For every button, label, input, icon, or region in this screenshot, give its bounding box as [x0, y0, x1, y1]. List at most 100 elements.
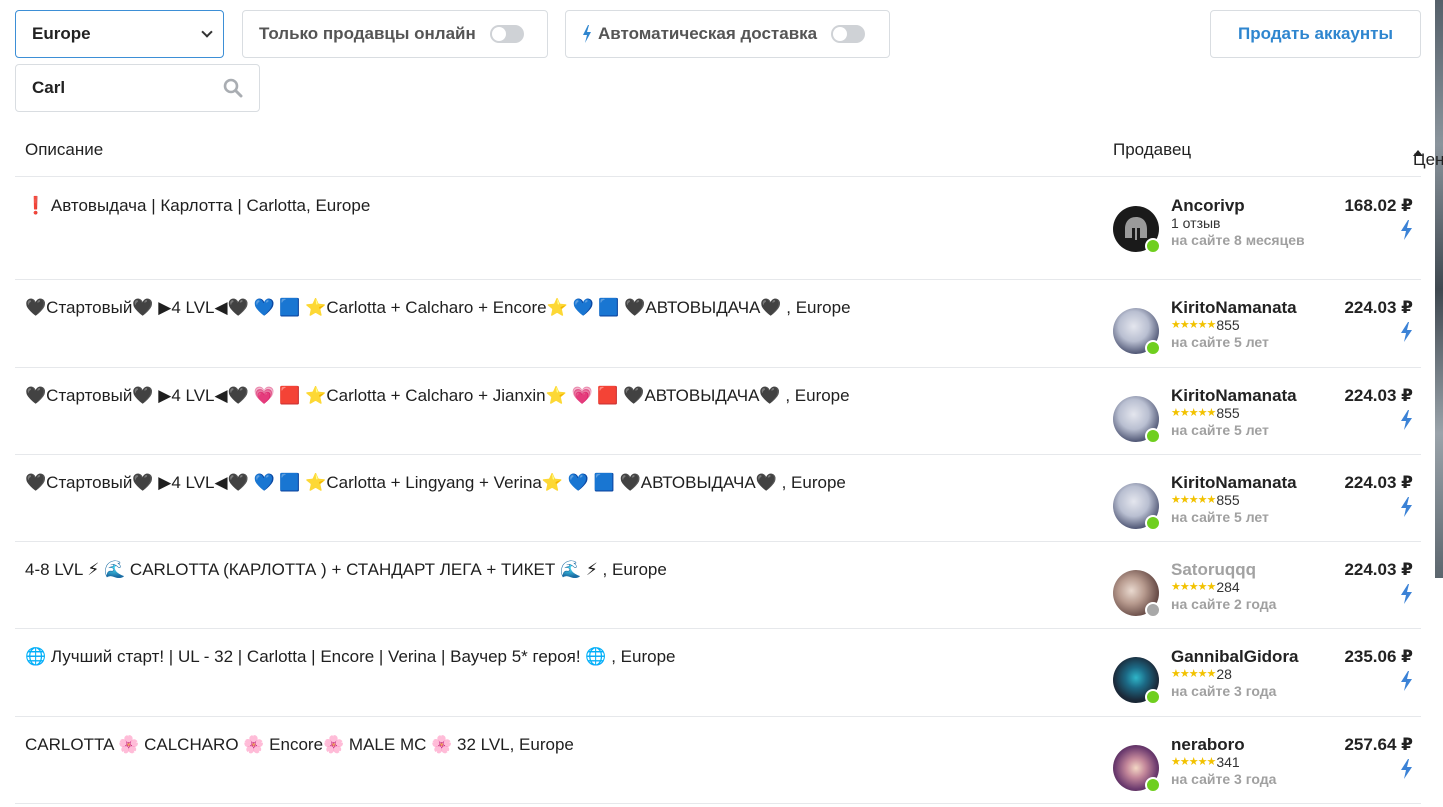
lightning-icon: [583, 25, 591, 43]
auto-delivery-icon: [1401, 759, 1412, 779]
star-rating-icon: ★★★★★: [1171, 319, 1216, 331]
region-value: Europe: [32, 24, 91, 43]
table-row[interactable]: 🌐 Лучший старт! | UL - 32 | Carlotta | E…: [15, 629, 1421, 717]
avatar[interactable]: [1113, 657, 1161, 705]
rating-count: 855: [1216, 405, 1240, 421]
seller-name[interactable]: neraboro: [1171, 735, 1316, 754]
seller-cell[interactable]: neraboro ★★★★★ 341 на сайте 3 года: [1113, 735, 1316, 793]
seller-rating[interactable]: ★★★★★ 855: [1171, 492, 1316, 509]
sell-accounts-label: Продать аккаунты: [1237, 24, 1393, 43]
online-only-switch[interactable]: [489, 25, 524, 43]
price-value: 224.03 ₽: [1344, 560, 1413, 579]
rating-count: 341: [1216, 754, 1240, 770]
seller-name[interactable]: KiritoNamanata: [1171, 386, 1316, 405]
listing-description[interactable]: 4-8 LVL ⚡ 🌊 CARLOTTA (КАРЛОТТА ) + СТАНД…: [25, 560, 1065, 580]
sort-ascending-icon: [1413, 150, 1423, 156]
online-status-indicator: [1145, 340, 1161, 356]
auto-delivery-icon: [1401, 322, 1412, 342]
seller-cell[interactable]: Ancorivp 1 отзыв на сайте 8 месяцев: [1113, 196, 1316, 254]
seller-cell[interactable]: KiritoNamanata ★★★★★ 855 на сайте 5 лет: [1113, 386, 1316, 444]
star-rating-icon: ★★★★★: [1171, 756, 1216, 768]
price-cell: 224.03 ₽: [1344, 386, 1413, 430]
online-status-indicator: [1145, 777, 1161, 793]
seller-rating[interactable]: ★★★★★ 855: [1171, 317, 1316, 334]
seller-name[interactable]: KiritoNamanata: [1171, 473, 1316, 492]
price-cell: 224.03 ₽: [1344, 298, 1413, 342]
avatar[interactable]: [1113, 570, 1161, 618]
avatar[interactable]: [1113, 396, 1161, 444]
listing-description[interactable]: CARLOTTA 🌸 CALCHARO 🌸 Encore🌸 MALE MC 🌸 …: [25, 735, 1065, 755]
table-row[interactable]: ❗ Автовыдача | Карлотта | Carlotta, Euro…: [15, 178, 1421, 280]
column-description[interactable]: Описание: [25, 140, 103, 160]
seller-cell[interactable]: GannibalGidora ★★★★★ 28 на сайте 3 года: [1113, 647, 1316, 705]
online-status-indicator: [1145, 515, 1161, 531]
rating-count: 855: [1216, 492, 1240, 508]
avatar[interactable]: [1113, 206, 1161, 254]
seller-rating[interactable]: ★★★★★ 284: [1171, 579, 1316, 596]
auto-delivery-icon: [1401, 410, 1412, 430]
avatar[interactable]: [1113, 745, 1161, 793]
seller-name[interactable]: Satoruqqq: [1171, 560, 1316, 579]
listing-description[interactable]: 🖤Стартовый🖤 ▶4 LVL◀🖤 💙 🟦 ⭐Carlotta + Lin…: [25, 473, 1065, 493]
price-value: 224.03 ₽: [1344, 473, 1413, 492]
seller-rating[interactable]: ★★★★★ 855: [1171, 405, 1316, 422]
auto-delivery-icon: [1401, 584, 1412, 604]
region-select[interactable]: Europe: [15, 10, 224, 58]
seller-name[interactable]: KiritoNamanata: [1171, 298, 1316, 317]
price-value: 168.02 ₽: [1344, 196, 1413, 215]
online-only-label: Только продавцы онлайн: [259, 24, 476, 43]
auto-delivery-switch[interactable]: [831, 25, 866, 43]
seller-cell[interactable]: KiritoNamanata ★★★★★ 855 на сайте 5 лет: [1113, 473, 1316, 531]
seller-rating[interactable]: ★★★★★ 28: [1171, 666, 1316, 683]
auto-delivery-icon: [1401, 671, 1412, 691]
star-rating-icon: ★★★★★: [1171, 407, 1216, 419]
table-header: Описание Продавец Цена: [15, 130, 1443, 177]
auto-delivery-icon: [1401, 497, 1412, 517]
avatar[interactable]: [1113, 483, 1161, 531]
seller-tenure: на сайте 8 месяцев: [1171, 232, 1305, 248]
search-input[interactable]: Carl: [15, 64, 260, 112]
table-row[interactable]: 🖤Стартовый🖤 ▶4 LVL◀🖤 💙 🟦 ⭐Carlotta + Lin…: [15, 455, 1421, 542]
search-value: Carl: [32, 78, 66, 97]
seller-name[interactable]: GannibalGidora: [1171, 647, 1316, 666]
price-value: 257.64 ₽: [1344, 735, 1413, 754]
online-status-indicator: [1145, 238, 1161, 254]
star-rating-icon: ★★★★★: [1171, 494, 1216, 506]
search-icon[interactable]: [223, 78, 243, 98]
seller-rating[interactable]: ★★★★★ 341: [1171, 754, 1316, 771]
background-strip: [1435, 0, 1443, 578]
online-status-indicator: [1145, 689, 1161, 705]
seller-tenure: на сайте 5 лет: [1171, 509, 1269, 525]
table-row[interactable]: 🖤Стартовый🖤 ▶4 LVL◀🖤 💙 🟦 ⭐Carlotta + Cal…: [15, 280, 1421, 368]
avatar[interactable]: [1113, 308, 1161, 356]
price-value: 224.03 ₽: [1344, 386, 1413, 405]
star-rating-icon: ★★★★★: [1171, 668, 1216, 680]
seller-tenure: на сайте 5 лет: [1171, 422, 1269, 438]
auto-delivery-toggle[interactable]: Автоматическая доставка: [565, 10, 890, 58]
table-row[interactable]: 4-8 LVL ⚡ 🌊 CARLOTTA (КАРЛОТТА ) + СТАНД…: [15, 542, 1421, 629]
seller-tenure: на сайте 3 года: [1171, 683, 1277, 699]
seller-tenure: на сайте 2 года: [1171, 596, 1277, 612]
rating-count: 855: [1216, 317, 1240, 333]
table-row[interactable]: 🖤Стартовый🖤 ▶4 LVL◀🖤 💗 🟥 ⭐Carlotta + Cal…: [15, 368, 1421, 455]
column-seller[interactable]: Продавец: [1113, 140, 1191, 160]
price-cell: 224.03 ₽: [1344, 560, 1413, 604]
price-cell: 257.64 ₽: [1344, 735, 1413, 779]
listing-description[interactable]: 🌐 Лучший старт! | UL - 32 | Carlotta | E…: [25, 647, 1065, 667]
rating-count: 28: [1216, 666, 1232, 682]
online-only-toggle[interactable]: Только продавцы онлайн: [242, 10, 548, 58]
listing-description[interactable]: 🖤Стартовый🖤 ▶4 LVL◀🖤 💙 🟦 ⭐Carlotta + Cal…: [25, 298, 1065, 318]
seller-name[interactable]: Ancorivp: [1171, 196, 1316, 215]
seller-tenure: на сайте 5 лет: [1171, 334, 1269, 350]
price-cell: 224.03 ₽: [1344, 473, 1413, 517]
sell-accounts-button[interactable]: Продать аккаунты: [1210, 10, 1421, 58]
online-status-indicator: [1145, 428, 1161, 444]
rating-count: 284: [1216, 579, 1240, 595]
star-rating-icon: ★★★★★: [1171, 581, 1216, 593]
listing-description[interactable]: ❗ Автовыдача | Карлотта | Carlotta, Euro…: [25, 196, 1065, 216]
table-row[interactable]: CARLOTTA 🌸 CALCHARO 🌸 Encore🌸 MALE MC 🌸 …: [15, 717, 1421, 804]
listing-description[interactable]: 🖤Стартовый🖤 ▶4 LVL◀🖤 💗 🟥 ⭐Carlotta + Cal…: [25, 386, 1065, 406]
seller-cell[interactable]: KiritoNamanata ★★★★★ 855 на сайте 5 лет: [1113, 298, 1316, 356]
seller-cell[interactable]: Satoruqqq ★★★★★ 284 на сайте 2 года: [1113, 560, 1316, 618]
seller-reviews[interactable]: 1 отзыв: [1171, 215, 1316, 232]
